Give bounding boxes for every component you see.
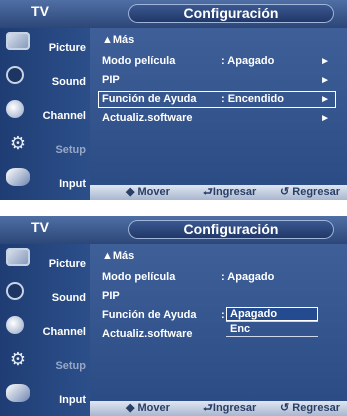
- footer-move: ◆ Mover: [126, 186, 170, 198]
- sidebar-item-label: Setup: [55, 144, 86, 156]
- row-label: Actualiz.software: [102, 112, 193, 124]
- sidebar-item-label: Sound: [51, 292, 86, 304]
- more-indicator[interactable]: ▲Más: [102, 34, 134, 46]
- row-value: :: [221, 309, 225, 321]
- dropdown-option-apagado[interactable]: Apagado: [226, 307, 318, 322]
- row-label: Modo película: [102, 271, 176, 283]
- ayuda-dropdown[interactable]: Apagado Enc: [226, 307, 318, 337]
- row-value: : Encendido: [221, 93, 284, 105]
- menu-content: ▲Más Modo película : Apagado ► PIP ► Fun…: [90, 28, 347, 200]
- menu-row-actualiz-software[interactable]: Actualiz.software ►: [98, 110, 336, 127]
- row-label: Función de Ayuda: [102, 309, 197, 321]
- footer-help-bar: ◆ Mover ⮐Ingresar ↺ Regresar: [90, 401, 347, 416]
- sidebar-item-picture[interactable]: Picture: [0, 28, 90, 62]
- sidebar-item-input[interactable]: Input: [0, 164, 90, 198]
- footer-move: ◆ Mover: [126, 402, 170, 414]
- footer-return: ↺ Regresar: [280, 186, 340, 198]
- menu-header: TV Configuración: [0, 0, 347, 28]
- sidebar-item-sound[interactable]: Sound: [0, 278, 90, 312]
- footer-enter: ⮐Ingresar: [203, 186, 257, 198]
- tv-title: TV: [31, 219, 49, 235]
- tv-setup-menu-panel-2: TV Configuración Picture Sound Channel ⚙…: [0, 216, 347, 416]
- sidebar-item-channel[interactable]: Channel: [0, 312, 90, 346]
- row-label: Modo película: [102, 55, 176, 67]
- row-value: : Apagado: [221, 271, 275, 283]
- menu-row-funcion-de-ayuda[interactable]: Función de Ayuda : Encendido ►: [98, 91, 336, 108]
- menu-content: ▲Más Modo película : Apagado PIP Función…: [90, 244, 347, 416]
- sidebar-item-label: Sound: [51, 76, 86, 88]
- dropdown-option-enc[interactable]: Enc: [226, 322, 318, 337]
- setup-icon: ⚙: [9, 349, 27, 369]
- sidebar-item-label: Picture: [48, 42, 86, 54]
- row-label: PIP: [102, 74, 120, 86]
- chevron-right-icon: ►: [320, 94, 330, 105]
- sidebar-item-setup[interactable]: ⚙ Setup: [0, 130, 90, 164]
- sidebar-item-label: Input: [59, 394, 86, 406]
- row-value: : Apagado: [221, 55, 275, 67]
- sidebar-item-label: Picture: [48, 258, 86, 270]
- picture-icon: [6, 248, 30, 266]
- sidebar: Picture Sound Channel ⚙ Setup Input: [0, 28, 90, 200]
- menu-title: Configuración: [128, 4, 334, 23]
- menu-row-pip[interactable]: PIP: [98, 288, 336, 305]
- sidebar-item-input[interactable]: Input: [0, 380, 90, 414]
- chevron-right-icon: ►: [320, 113, 330, 124]
- footer-return: ↺ Regresar: [280, 402, 340, 414]
- menu-row-modo-pelicula[interactable]: Modo película : Apagado: [98, 269, 336, 286]
- menu-header: TV Configuración: [0, 216, 347, 244]
- input-icon: [6, 168, 30, 186]
- footer-enter: ⮐Ingresar: [203, 402, 257, 414]
- picture-icon: [6, 32, 30, 50]
- sound-icon: [6, 66, 24, 84]
- sidebar-item-picture[interactable]: Picture: [0, 244, 90, 278]
- sidebar-item-channel[interactable]: Channel: [0, 96, 90, 130]
- setup-icon: ⚙: [9, 133, 27, 153]
- tv-title: TV: [31, 3, 49, 19]
- sidebar-item-label: Channel: [42, 326, 86, 338]
- row-label: Función de Ayuda: [102, 93, 197, 105]
- input-icon: [6, 384, 30, 402]
- menu-row-modo-pelicula[interactable]: Modo película : Apagado ►: [98, 53, 336, 70]
- channel-icon: [6, 100, 24, 118]
- channel-icon: [6, 316, 24, 334]
- row-label: Actualiz.software: [102, 328, 193, 340]
- chevron-right-icon: ►: [320, 75, 330, 86]
- sidebar-item-sound[interactable]: Sound: [0, 62, 90, 96]
- row-label: PIP: [102, 290, 120, 302]
- footer-help-bar: ◆ Mover ⮐Ingresar ↺ Regresar: [90, 185, 347, 200]
- menu-row-pip[interactable]: PIP ►: [98, 72, 336, 89]
- sidebar-item-label: Channel: [42, 110, 86, 122]
- more-indicator[interactable]: ▲Más: [102, 250, 134, 262]
- chevron-right-icon: ►: [320, 56, 330, 67]
- tv-setup-menu-panel-1: TV Configuración Picture Sound Channel ⚙…: [0, 0, 347, 200]
- sidebar: Picture Sound Channel ⚙ Setup Input: [0, 244, 90, 416]
- sound-icon: [6, 282, 24, 300]
- sidebar-item-label: Input: [59, 178, 86, 190]
- menu-title: Configuración: [128, 220, 334, 239]
- sidebar-item-label: Setup: [55, 360, 86, 372]
- sidebar-item-setup[interactable]: ⚙ Setup: [0, 346, 90, 380]
